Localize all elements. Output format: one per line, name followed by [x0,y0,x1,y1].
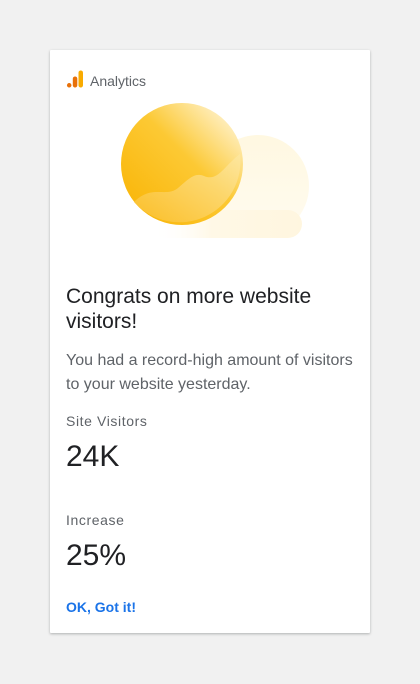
notification-description: You had a record-high amount of visitors… [66,352,353,393]
analytics-logo-icon [66,70,84,88]
notification-title: Congrats on more website visitors! [66,285,312,333]
sun-cloud-illustration [100,102,320,242]
ok-got-it-button[interactable]: OK, Got it! [66,597,136,617]
increase-value: 25% [66,539,127,572]
increase-label: Increase [66,512,125,528]
site-visitors-label: Site Visitors [66,413,148,429]
brand-name: Analytics [90,73,147,89]
notification-card: Analytics Congrats on more website visit… [50,50,370,633]
brand-header: Analytics [66,69,146,89]
site-visitors-value: 24K [66,440,120,473]
